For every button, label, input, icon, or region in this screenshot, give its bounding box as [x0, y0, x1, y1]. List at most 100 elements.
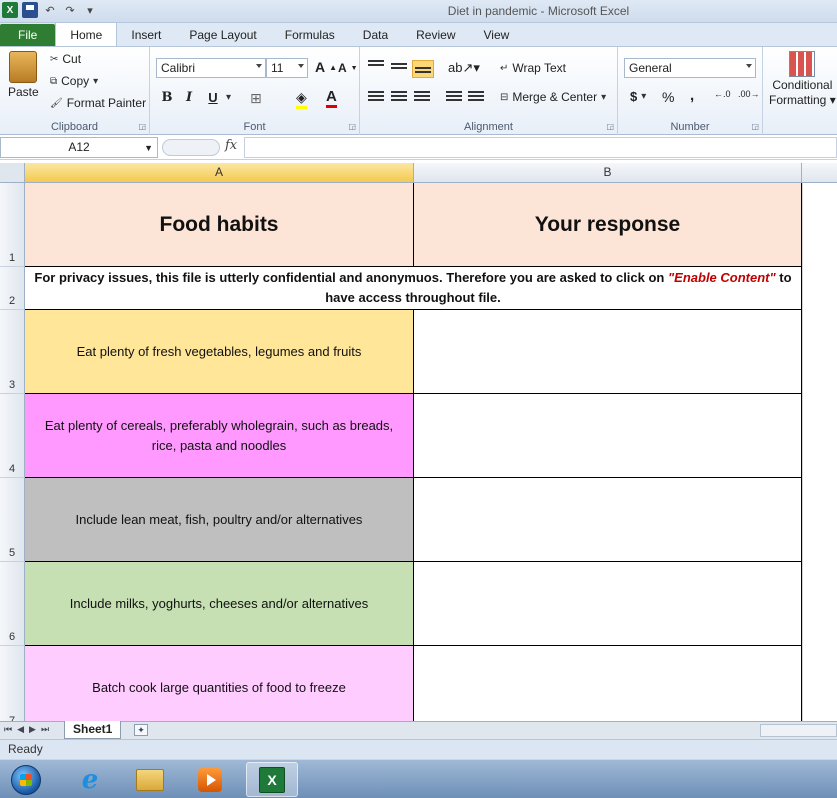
name-box[interactable]: A12 ▼ — [0, 137, 158, 158]
horizontal-scrollbar[interactable] — [760, 724, 837, 737]
select-all-corner[interactable] — [0, 163, 25, 183]
paste-button[interactable]: Paste — [8, 51, 39, 99]
dialog-launcher-icon[interactable]: ◲ — [348, 122, 356, 131]
row-header-6[interactable]: 6 — [0, 562, 25, 646]
insert-worksheet-icon[interactable]: ✦ — [134, 724, 148, 736]
dialog-launcher-icon[interactable]: ◲ — [751, 122, 759, 131]
column-header-a[interactable]: A — [25, 163, 414, 183]
grow-font-icon[interactable]: A ▲ — [315, 59, 337, 75]
cell-b1[interactable]: Your response — [414, 183, 802, 267]
number-group-label: Number — [670, 121, 710, 133]
borders-icon[interactable]: ⊞ — [250, 90, 262, 107]
decrease-indent-icon[interactable] — [446, 91, 462, 103]
clipboard-group-label: Clipboard — [50, 121, 99, 133]
window-title: Diet in pandemic - Microsoft Excel — [447, 4, 630, 18]
cell-a3[interactable]: Eat plenty of fresh vegetables, legumes … — [25, 310, 414, 394]
copy-icon: ⧉ — [50, 75, 58, 87]
taskbar-internet-explorer[interactable]: e — [64, 762, 116, 797]
status-bar: Ready — [0, 739, 837, 759]
chevron-down-icon[interactable]: ▾ — [226, 92, 231, 103]
alignment-group-label: Alignment — [464, 121, 513, 133]
cell-b7-response[interactable] — [414, 646, 802, 721]
currency-button[interactable]: $ ▾ — [630, 89, 646, 104]
align-bottom-icon[interactable] — [412, 60, 434, 78]
row-header-3[interactable]: 3 — [0, 310, 25, 394]
shrink-font-icon[interactable]: A ▼ — [338, 61, 358, 75]
font-size-select[interactable]: 11 — [266, 58, 308, 78]
cell-b3-response[interactable] — [414, 310, 802, 394]
format-painter-button[interactable]: 🖌 Format Painter — [50, 96, 146, 110]
start-button[interactable] — [0, 762, 52, 797]
row-header-2[interactable]: 2 — [0, 267, 25, 310]
font-group: Calibri 11 A ▲ A ▼ B I U ▾ ⊞ ◈ A Font ◲ — [150, 47, 360, 135]
sheet-navigation-arrows[interactable]: ⏮◀▶⏭ — [4, 724, 54, 735]
orientation-icon[interactable]: ab↗▾ — [448, 60, 480, 76]
paintbrush-icon: 🖌 — [50, 97, 63, 109]
number-format-select[interactable]: General — [624, 58, 756, 78]
enable-content-emphasis: "Enable Content" — [668, 270, 776, 285]
underline-button[interactable]: U — [204, 89, 222, 105]
taskbar-excel[interactable]: X — [246, 762, 298, 797]
tab-insert[interactable]: Insert — [117, 24, 175, 46]
bold-button[interactable]: B — [158, 89, 176, 105]
align-center-icon[interactable] — [391, 91, 407, 103]
font-color-icon[interactable]: A — [326, 88, 337, 108]
alignment-group: ab↗▾ ↵ Wrap Text ⊟ Merge & Center ▾ Alig… — [360, 47, 618, 135]
cell-b4-response[interactable] — [414, 394, 802, 478]
cell-b6-response[interactable] — [414, 562, 802, 646]
cell-a1[interactable]: Food habits — [25, 183, 414, 267]
cut-button[interactable]: ✂ Cut — [50, 52, 81, 66]
cell-b5-response[interactable] — [414, 478, 802, 562]
taskbar-file-explorer[interactable] — [124, 762, 176, 797]
tab-file[interactable]: File — [0, 24, 56, 46]
tab-review[interactable]: Review — [402, 24, 469, 46]
fill-color-icon[interactable]: ◈ — [296, 89, 307, 109]
column-header-b[interactable]: B — [414, 163, 802, 183]
merge-center-button[interactable]: ⊟ Merge & Center ▾ — [500, 90, 606, 104]
chevron-down-icon: ▾ — [601, 91, 607, 103]
formula-bar: A12 ▼ fx — [0, 136, 837, 160]
column-header-c[interactable] — [802, 163, 837, 183]
tab-formulas[interactable]: Formulas — [271, 24, 349, 46]
sheet-tab-sheet1[interactable]: Sheet1 — [64, 721, 122, 739]
number-group: General $ ▾ % , ←.0 .00→ Number ◲ — [618, 47, 763, 135]
windows-taskbar: e X — [0, 759, 837, 798]
merge-icon: ⊟ — [500, 91, 509, 103]
tab-data[interactable]: Data — [349, 24, 402, 46]
cell-a7[interactable]: Batch cook large quantities of food to f… — [25, 646, 414, 721]
tab-view[interactable]: View — [470, 24, 524, 46]
percent-button[interactable]: % — [662, 89, 674, 105]
dialog-launcher-icon[interactable]: ◲ — [606, 122, 614, 131]
cell-a5[interactable]: Include lean meat, fish, poultry and/or … — [25, 478, 414, 562]
increase-indent-icon[interactable] — [468, 91, 484, 103]
conditional-formatting-button[interactable]: Conditional Formatting ▾ — [769, 51, 836, 107]
cell-a4[interactable]: Eat plenty of cereals, preferably wholeg… — [25, 394, 414, 478]
formula-bar-divider — [162, 139, 220, 156]
clipboard-group: Paste ✂ Cut ⧉ Copy ▾ 🖌 Format Painter Cl… — [0, 47, 150, 135]
ribbon: Paste ✂ Cut ⧉ Copy ▾ 🖌 Format Painter Cl… — [0, 47, 837, 135]
italic-button[interactable]: I — [180, 89, 198, 105]
align-left-icon[interactable] — [368, 91, 384, 103]
cell-a2-privacy-note[interactable]: For privacy issues, this file is utterly… — [25, 267, 802, 310]
comma-button[interactable]: , — [690, 87, 694, 104]
tab-page-layout[interactable]: Page Layout — [175, 24, 270, 46]
formula-input[interactable] — [244, 137, 837, 158]
wrap-text-button[interactable]: ↵ Wrap Text — [500, 61, 566, 75]
row-header-1[interactable]: 1 — [0, 183, 25, 267]
align-middle-icon[interactable] — [391, 63, 407, 71]
row-header-4[interactable]: 4 — [0, 394, 25, 478]
align-right-icon[interactable] — [414, 91, 430, 103]
align-top-icon[interactable] — [368, 60, 384, 68]
conditional-formatting-icon — [789, 51, 816, 77]
cell-a6[interactable]: Include milks, yoghurts, cheeses and/or … — [25, 562, 414, 646]
font-family-select[interactable]: Calibri — [156, 58, 266, 78]
dialog-launcher-icon[interactable]: ◲ — [138, 122, 146, 131]
copy-button[interactable]: ⧉ Copy ▾ — [50, 74, 98, 88]
row-header-5[interactable]: 5 — [0, 478, 25, 562]
increase-decimal-icon[interactable]: ←.0 — [714, 89, 731, 99]
taskbar-media-player[interactable] — [184, 762, 236, 797]
insert-function-icon[interactable]: fx — [225, 138, 237, 153]
row-header-7[interactable]: 7 — [0, 646, 25, 721]
decrease-decimal-icon[interactable]: .00→ — [738, 89, 760, 99]
tab-home[interactable]: Home — [55, 22, 118, 46]
